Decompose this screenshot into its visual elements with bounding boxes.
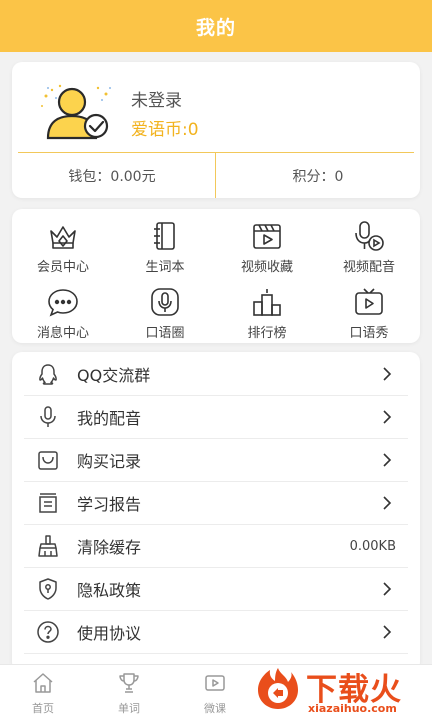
chevron-right-icon (383, 367, 392, 381)
qq-icon (39, 364, 57, 385)
home-icon (33, 673, 53, 693)
page-title: 我的 (195, 16, 236, 39)
feature-label: 排行榜 (247, 326, 287, 341)
feature-label: 会员中心 (36, 260, 89, 275)
feature-grid: 会员中心 生词本 视频收藏 视频配音 消息中心 口语圈 排行榜 口语秀 (12, 209, 420, 343)
video-dub-icon (355, 221, 384, 251)
feature-message-center[interactable]: 消息中心 (12, 285, 114, 347)
tab-home[interactable]: 首页 (0, 671, 86, 719)
feature-vocabulary-book[interactable]: 生词本 (114, 219, 216, 281)
tab-micro-course[interactable]: 微课 (172, 671, 258, 719)
menu-my-dubbing[interactable]: 我的配音 (24, 396, 408, 439)
feature-speaking-show[interactable]: 口语秀 (318, 285, 420, 347)
tab-label: 首页 (32, 702, 54, 715)
broom-icon (38, 535, 58, 557)
avatar-icon[interactable] (38, 82, 118, 142)
feature-video-collection[interactable]: 视频收藏 (216, 219, 318, 281)
menu-label: QQ交流群 (77, 366, 151, 385)
menu-privacy-policy[interactable]: 隐私政策 (24, 568, 408, 611)
menu-label: 使用协议 (77, 624, 142, 643)
microphone-icon (40, 406, 56, 427)
menu-label: 我的配音 (77, 409, 142, 428)
feature-label: 视频配音 (342, 260, 395, 275)
video-icon (205, 675, 225, 691)
menu-purchase-history[interactable]: 购买记录 (24, 439, 408, 482)
watermark-domain: xiazaihuo.com (308, 702, 397, 715)
report-icon (39, 493, 57, 513)
feature-ranking[interactable]: 排行榜 (216, 285, 318, 347)
menu-terms-of-use[interactable]: 使用协议 (24, 611, 408, 654)
profile-vertical-divider (215, 153, 216, 198)
feature-label: 生词本 (145, 260, 185, 275)
menu-label: 购买记录 (77, 452, 142, 471)
profile-card[interactable]: 未登录 爱语币:0 钱包：0.00元 积分：0 (12, 62, 420, 198)
watermark: 下载火 xiazaihuo.com (250, 662, 432, 720)
message-icon (48, 289, 78, 317)
menu-list: QQ交流群 我的配音 购买记录 学习报告 清除缓存 0.00KB 隐私政策 使用… (12, 352, 420, 672)
ranking-icon (253, 289, 281, 316)
feature-label: 口语秀 (349, 326, 389, 341)
menu-clear-cache[interactable]: 清除缓存 0.00KB (24, 525, 408, 568)
wallet-balance[interactable]: 钱包：0.00元 (12, 153, 212, 198)
menu-label: 清除缓存 (77, 538, 142, 557)
feature-member-center[interactable]: 会员中心 (12, 219, 114, 281)
feature-label: 视频收藏 (240, 260, 293, 275)
chevron-right-icon (383, 496, 392, 510)
chevron-right-icon (383, 625, 392, 639)
menu-label: 隐私政策 (77, 581, 142, 600)
shield-icon (39, 578, 57, 600)
feature-speaking-circle[interactable]: 口语圈 (114, 285, 216, 347)
chevron-right-icon (383, 410, 392, 424)
menu-qq-group[interactable]: QQ交流群 (24, 353, 408, 396)
chevron-right-icon (383, 453, 392, 467)
coins-balance: 爱语币:0 (131, 120, 199, 140)
feature-label: 消息中心 (36, 326, 89, 341)
login-status[interactable]: 未登录 (131, 86, 182, 111)
menu-study-report[interactable]: 学习报告 (24, 482, 408, 525)
mic-circle-icon (151, 288, 179, 316)
notebook-icon (154, 222, 175, 250)
points-balance[interactable]: 积分：0 (218, 153, 418, 198)
shopping-bag-icon (38, 451, 58, 470)
flame-logo-icon (258, 668, 298, 709)
tab-words[interactable]: 单词 (86, 671, 172, 719)
menu-label: 学习报告 (77, 495, 142, 514)
feature-video-dubbing[interactable]: 视频配音 (318, 219, 420, 281)
feature-label: 口语圈 (145, 326, 185, 341)
crown-icon (50, 226, 76, 249)
header-bar: 我的 (0, 0, 432, 52)
video-collect-icon (253, 224, 281, 249)
tv-icon (355, 288, 383, 315)
tab-label: 微课 (204, 702, 226, 715)
chevron-right-icon (383, 582, 392, 596)
cache-size: 0.00KB (349, 538, 396, 554)
question-icon (37, 621, 59, 643)
trophy-icon (119, 673, 139, 693)
tab-label: 单词 (118, 702, 140, 715)
